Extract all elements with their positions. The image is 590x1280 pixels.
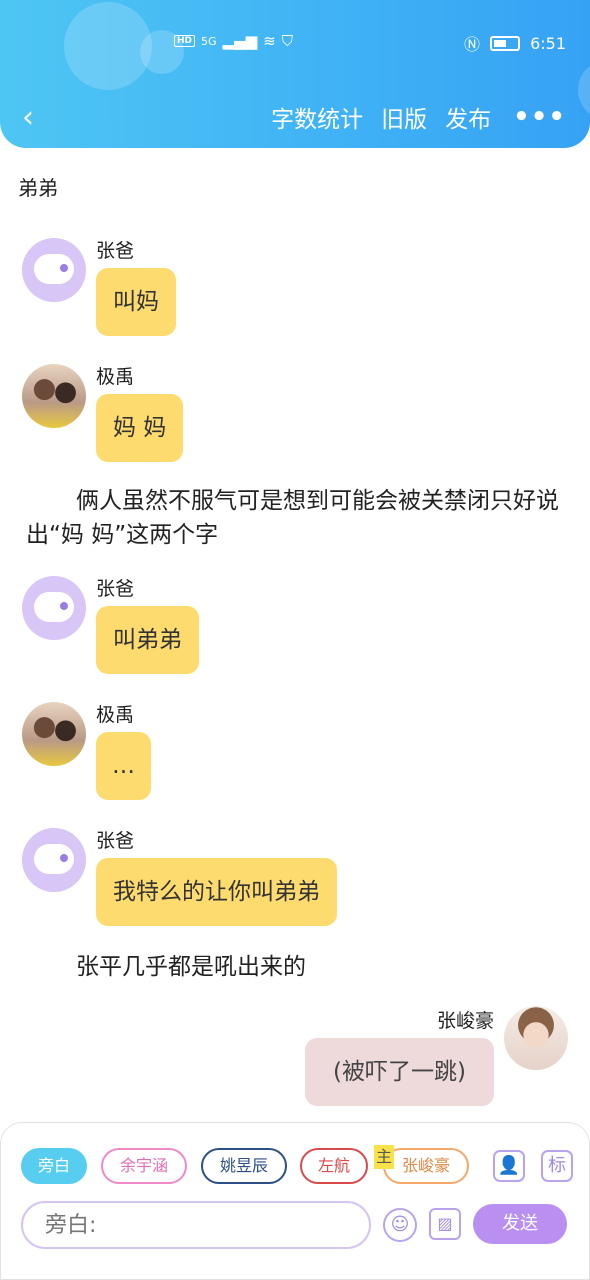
- status-left: HD 5G ▂▄▆ ≋ ⛉: [174, 32, 293, 50]
- role-chips: 旁白 余宇涵 姚昱辰 左航 张峻豪 主 👤 标: [21, 1145, 581, 1186]
- tag-icon[interactable]: 标: [541, 1150, 573, 1182]
- input-panel: 旁白 余宇涵 姚昱辰 左航 张峻豪 主 👤 标 ☺ ▨ 发送: [0, 1122, 590, 1280]
- avatar-dot: [60, 854, 68, 862]
- sender-name: 张峻豪: [436, 1010, 494, 1032]
- wifi-icon: ≋: [263, 32, 276, 50]
- chat-cloud-icon: [34, 592, 74, 622]
- message-bubble[interactable]: (被吓了一跳): [305, 1038, 494, 1106]
- nav-actions: 字数统计 旧版 发布 •••: [253, 100, 566, 134]
- story-title: 弟弟: [18, 176, 58, 200]
- sender-name: 张爸: [96, 240, 135, 262]
- publish-button[interactable]: 发布: [445, 100, 491, 134]
- more-icon[interactable]: •••: [513, 102, 566, 132]
- battery-icon: [490, 35, 521, 51]
- emoji-icon[interactable]: ☺: [383, 1208, 417, 1242]
- avatar[interactable]: [22, 702, 86, 766]
- avatar[interactable]: [22, 238, 86, 302]
- sender-name: 张爸: [96, 830, 135, 852]
- status-right: Ⓝ 6:51: [464, 31, 566, 55]
- narration-text[interactable]: 张平几乎都是吼出来的: [76, 950, 306, 984]
- avatar-dot: [60, 264, 68, 272]
- message-bubble[interactable]: 叫弟弟: [96, 606, 199, 674]
- back-icon[interactable]: ‹: [22, 100, 52, 135]
- chat-message-right[interactable]: 张峻豪 (被吓了一跳): [268, 1006, 568, 1116]
- avatar-dot: [60, 602, 68, 610]
- role-chip[interactable]: 余宇涵: [101, 1148, 187, 1184]
- top-header: HD 5G ▂▄▆ ≋ ⛉ Ⓝ 6:51 ‹ 字数统计 旧版 发布 •••: [0, 0, 590, 148]
- narration-text[interactable]: 俩人虽然不服气可是想到可能会被关禁闭只好说出“妈 妈”这两个字: [26, 484, 566, 552]
- chat-content: 弟弟 张爸 叫妈 极禹 妈 妈 俩人虽然不服气可是想到可能会被关禁闭只好说出“妈…: [0, 150, 590, 1120]
- main-role-badge: 主: [374, 1145, 395, 1169]
- message-bubble[interactable]: 妈 妈: [96, 394, 184, 462]
- nav-bar: ‹ 字数统计 旧版 发布 •••: [0, 98, 590, 138]
- signal-icon: ▂▄▆: [222, 32, 258, 50]
- message-bubble[interactable]: …: [96, 732, 151, 800]
- sender-name: 极禹: [96, 704, 135, 726]
- role-chip[interactable]: 左航: [300, 1148, 368, 1184]
- sender-name: 张爸: [96, 578, 135, 600]
- clock: 6:51: [530, 33, 566, 53]
- sender-name: 极禹: [96, 366, 135, 388]
- avatar[interactable]: [22, 828, 86, 892]
- role-chip-main[interactable]: 张峻豪: [383, 1148, 469, 1184]
- role-chip[interactable]: 姚昱辰: [201, 1148, 287, 1184]
- status-bar: HD 5G ▂▄▆ ≋ ⛉ Ⓝ 6:51: [0, 28, 590, 58]
- image-icon[interactable]: ▨: [429, 1208, 461, 1240]
- shield-icon: ⛉: [281, 32, 293, 50]
- avatar[interactable]: [22, 364, 86, 428]
- message-bubble[interactable]: 叫妈: [96, 268, 176, 336]
- role-chip-narration[interactable]: 旁白: [21, 1148, 87, 1184]
- person-icon[interactable]: 👤: [493, 1150, 525, 1182]
- chat-cloud-icon: [34, 254, 74, 284]
- chat-cloud-icon: [34, 844, 74, 874]
- hd-icon: HD: [174, 35, 196, 47]
- old-version-button[interactable]: 旧版: [381, 100, 427, 134]
- nfc-icon: Ⓝ: [464, 35, 481, 54]
- avatar[interactable]: [504, 1006, 568, 1070]
- message-bubble[interactable]: 我特么的让你叫弟弟: [96, 858, 337, 926]
- avatar[interactable]: [22, 576, 86, 640]
- word-count-button[interactable]: 字数统计: [271, 100, 363, 134]
- input-row: ☺ ▨ 发送: [21, 1201, 581, 1249]
- message-input[interactable]: [21, 1201, 371, 1249]
- network-label: 5G: [201, 34, 217, 48]
- send-button[interactable]: 发送: [473, 1204, 567, 1244]
